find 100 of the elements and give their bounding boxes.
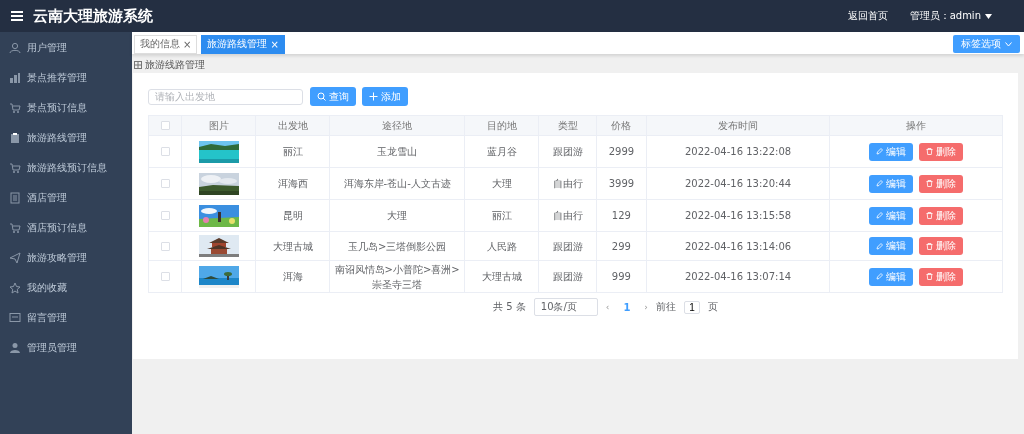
page-number[interactable]: 1 [617,301,637,313]
table-cell: 999 [611,271,631,282]
sidebar-item[interactable]: 酒店预订信息 [0,213,132,243]
search-field[interactable]: 请输入出发地 [148,88,303,105]
user-menu[interactable]: 管理员：admin [909,9,992,23]
add-button[interactable]: 添加 [362,87,408,106]
delete-button[interactable]: 删除 [919,206,964,225]
previous-page-button[interactable]: ‹ [605,302,610,312]
table-cell: 丽江 [282,146,303,157]
table-cell: 129 [611,210,631,221]
close-icon[interactable]: × [270,38,279,50]
column-header: 出发地 [277,119,308,131]
table-cell: 2022-04-16 13:07:14 [684,271,792,282]
delete-button[interactable]: 删除 [919,174,964,193]
table-cell: 人民路 [486,240,517,252]
pencil-icon [876,273,884,280]
grid-icon [134,60,142,69]
table-cell: 昆明 [282,210,303,221]
table-cell: 299 [611,240,631,252]
pencil-icon [876,180,884,187]
edit-button[interactable]: 编辑 [869,174,914,193]
query-button[interactable]: 查询 [310,87,356,106]
delete-button[interactable]: 删除 [919,237,964,255]
sidebar-item[interactable]: 旅游攻略管理 [0,243,132,273]
table-cell: 南诏风情岛>小普陀>喜洲>崇圣寺三塔 [334,263,460,290]
checkbox[interactable] [160,121,170,130]
tab-options-button[interactable]: 标签选项 [953,35,1020,53]
sidebar-item[interactable]: 留言管理 [0,303,132,333]
message-icon [9,312,21,324]
sidebar-item[interactable]: 景点推荐管理 [0,63,132,93]
next-page-button[interactable]: › [644,302,648,312]
app-title: 云南大理旅游系统 [33,6,153,26]
table-cell: 丽江 [491,210,512,221]
goto-label: 前往 [655,300,676,314]
checkbox[interactable] [160,147,170,156]
chart-icon [9,72,21,84]
column-header: 价格 [611,119,632,131]
table-cell: 大理古城 [481,271,522,282]
plus-icon [369,92,378,101]
edit-button[interactable]: 编辑 [869,267,914,286]
table-cell: 玉龙雪山 [377,146,418,157]
table-cell: 2999 [608,146,635,157]
page-size-select[interactable]: 10条/页 [533,298,598,316]
close-icon[interactable]: × [183,38,192,50]
cart-icon [9,162,21,174]
checkbox[interactable] [160,272,170,281]
column-header: 途径地 [382,119,413,131]
checkbox[interactable] [160,179,170,188]
table-cell: 洱海 [282,271,303,282]
trash-icon [926,148,934,155]
document-icon [9,192,21,204]
menu-icon [11,11,23,21]
table-cell: 玉几岛>三塔倒影公园 [347,240,447,252]
sidebar-item[interactable]: 我的收藏 [0,273,132,303]
column-header: 目的地 [486,119,517,131]
caret-icon [1005,41,1012,47]
sidebar-item[interactable]: 旅游路线管理 [0,123,132,153]
page-unit-label: 页 [707,300,718,314]
table-cell: 洱海西 [277,178,308,189]
total-count: 共 5 条 [493,300,526,314]
checkbox[interactable] [160,241,170,251]
checkbox[interactable] [160,211,170,220]
search-icon [317,92,326,101]
table-cell: 自由行 [552,210,583,221]
tab[interactable]: 我的信息 × [134,34,198,54]
table-cell: 跟团游 [552,271,583,282]
sidebar-item[interactable]: 酒店管理 [0,183,132,213]
home-link[interactable]: 返回首页 [847,9,888,23]
person-icon [9,342,21,354]
sidebar-item[interactable]: 管理员管理 [0,333,132,363]
trash-icon [926,180,934,187]
edit-button[interactable]: 编辑 [869,206,914,225]
trash-icon [926,242,934,250]
sidebar-item[interactable]: 景点预订信息 [0,93,132,123]
sidebar-item[interactable]: 用户管理 [0,33,132,63]
edit-button[interactable]: 编辑 [869,237,914,255]
table-cell: 2022-04-16 13:15:58 [684,210,792,221]
table-cell: 2022-04-16 13:20:44 [684,178,792,189]
table-cell: 大理 [491,178,512,189]
page-input[interactable]: 1 [683,300,700,314]
table-cell: 3999 [608,178,635,189]
edit-button[interactable]: 编辑 [869,142,914,161]
sidebar-item[interactable]: 旅游路线预订信息 [0,153,132,183]
table-cell: 自由行 [552,178,583,189]
delete-button[interactable]: 删除 [919,142,964,161]
column-header: 操作 [906,119,927,131]
table-cell: 洱海东岸-苍山-人文古迹 [343,178,451,189]
table-cell: 2022-04-16 13:14:06 [684,240,792,252]
table-cell: 2022-04-16 13:22:08 [684,146,792,157]
table-cell: 蓝月谷 [486,146,517,157]
clipboard-icon [9,132,21,144]
cart-icon [9,102,21,114]
table-cell: 大理 [387,210,408,221]
tab[interactable]: 旅游路线管理 × [201,34,285,54]
trash-icon [926,273,934,280]
caret-icon [985,13,992,19]
table-cell: 跟团游 [552,146,583,157]
column-header: 类型 [557,119,578,131]
delete-button[interactable]: 删除 [919,267,964,286]
cart-icon [9,222,21,234]
